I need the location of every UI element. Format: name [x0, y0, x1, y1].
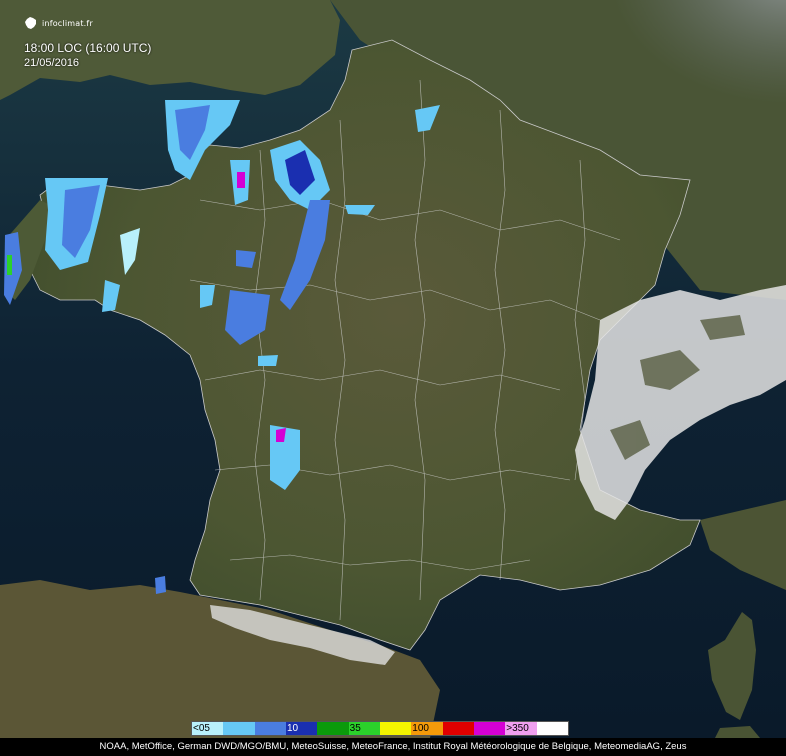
- legend-swatch: 10: [285, 722, 318, 735]
- legend-swatch: [536, 722, 568, 735]
- observation-date: 21/05/2016: [24, 57, 80, 69]
- legend-swatch: [442, 722, 474, 735]
- map-canvas: [0, 0, 786, 738]
- legend-label: 10: [286, 723, 299, 734]
- brand-logo[interactable]: infoclimat.fr: [24, 16, 93, 30]
- legend-label: 35: [349, 723, 361, 734]
- brand-text: infoclimat.fr: [42, 18, 93, 28]
- legend-label: 100: [412, 723, 429, 734]
- legend-swatch: 35: [348, 722, 380, 735]
- legend-swatch: [254, 722, 286, 735]
- satellite-radar-map: infoclimat.fr 18:00 LOC (16:00 UTC) 21/0…: [0, 0, 786, 738]
- legend-label: >350: [506, 723, 529, 734]
- legend-swatch: [379, 722, 412, 735]
- legend-swatch: >350: [505, 722, 537, 735]
- data-credits: NOAA, MetOffice, German DWD/MGO/BMU, Met…: [0, 738, 786, 756]
- observation-time: 18:00 LOC (16:00 UTC): [24, 41, 152, 55]
- legend-label: <05: [193, 723, 210, 734]
- legend-swatch: <05: [192, 722, 224, 735]
- legend-swatch: 100: [411, 722, 443, 735]
- legend-swatch: [223, 722, 255, 735]
- precipitation-legend: <05 10 35 100 >350: [191, 721, 569, 736]
- legend-swatch: [473, 722, 506, 735]
- france-map-icon: [25, 17, 36, 29]
- legend-swatch: [317, 722, 349, 735]
